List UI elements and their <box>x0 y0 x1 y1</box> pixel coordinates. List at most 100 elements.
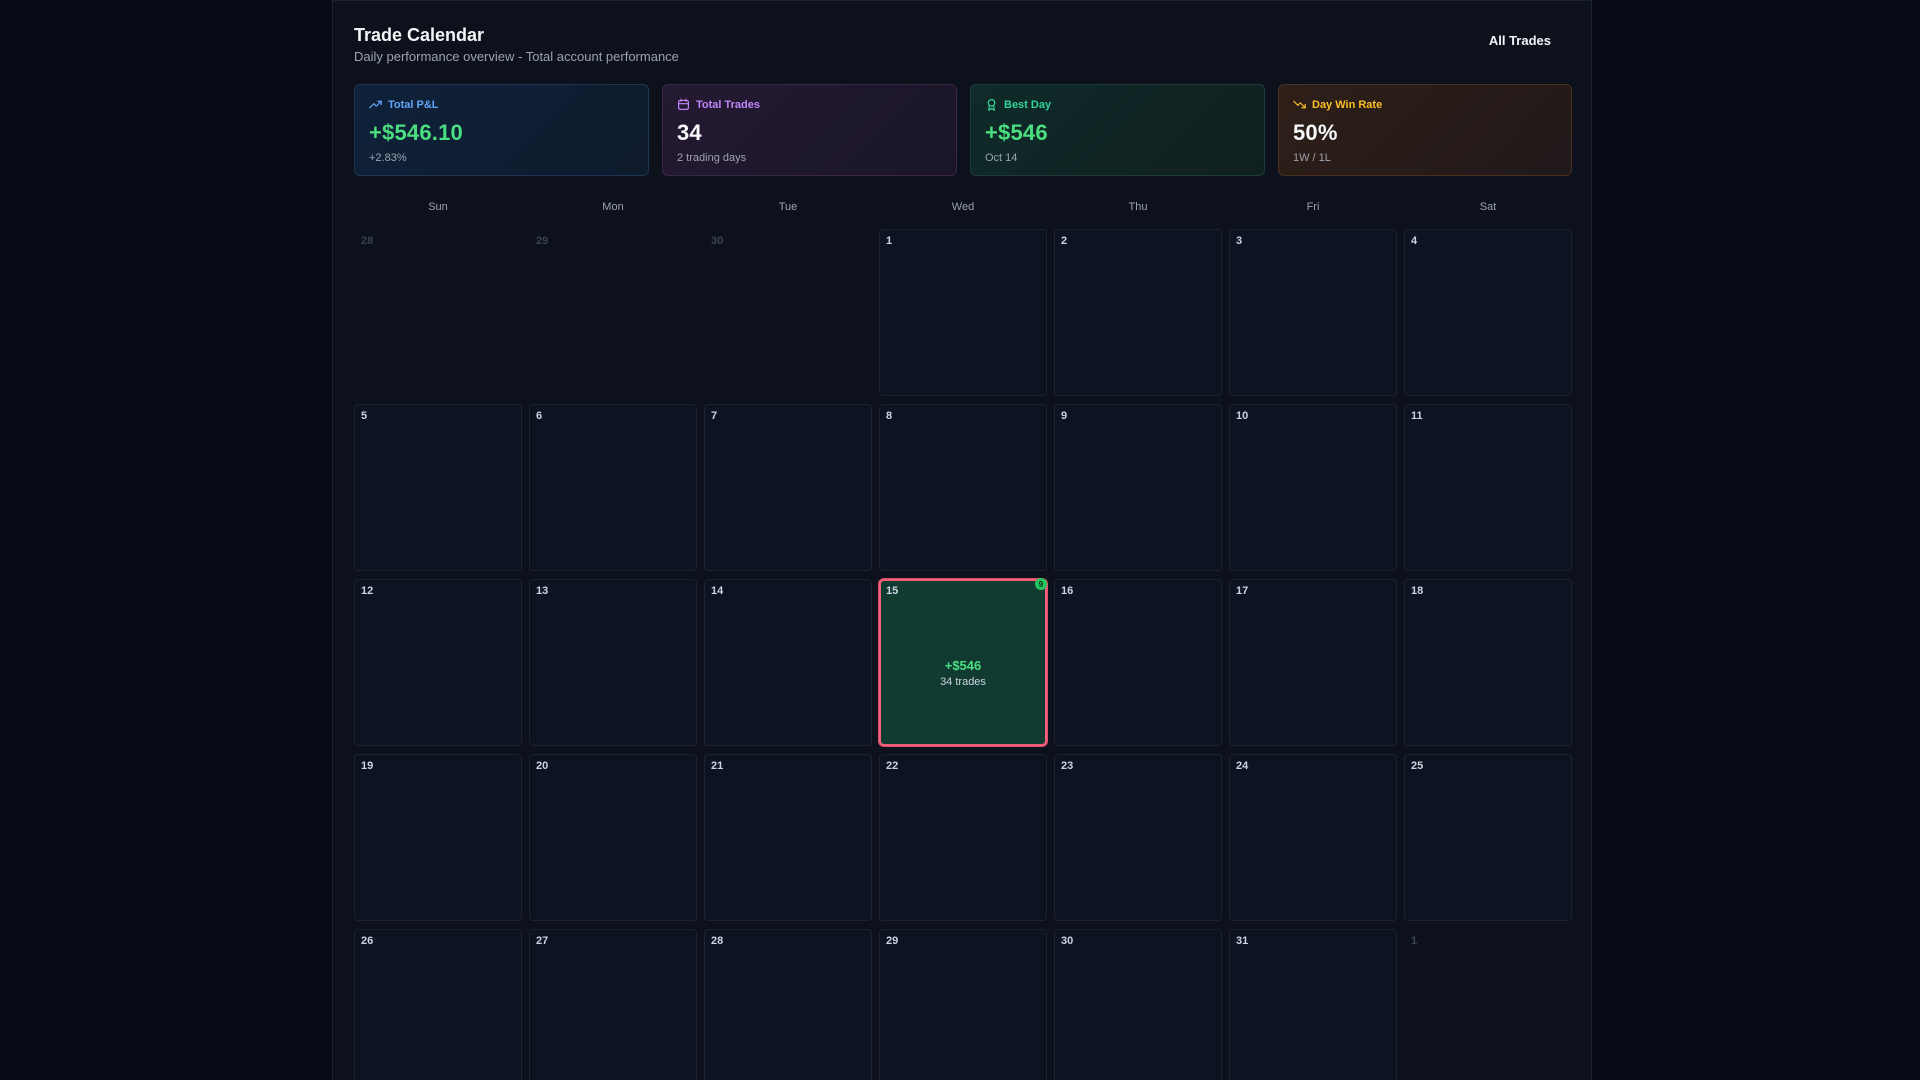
calendar-day-cell[interactable]: 1 <box>879 229 1047 396</box>
total-pnl-card: Total P&L +$546.10 +2.83% <box>354 84 649 176</box>
calendar-day-cell[interactable]: 20 <box>529 754 697 921</box>
calendar-day-cell[interactable]: 7 <box>704 404 872 571</box>
day-number: 7 <box>711 410 718 422</box>
day-number: 24 <box>1236 760 1249 772</box>
stat-value: 50% <box>1293 120 1338 145</box>
day-number: 27 <box>536 935 549 947</box>
calendar-day-cell[interactable]: 25 <box>1404 754 1572 921</box>
calendar-day-cell[interactable]: 4 <box>1404 229 1572 396</box>
day-number: 23 <box>1061 760 1074 772</box>
day-number: 1 <box>1411 935 1418 947</box>
calendar-icon <box>678 98 689 110</box>
calendar-day-cell[interactable]: 31 <box>1229 929 1397 1080</box>
calendar-day-cell[interactable]: 2 <box>1054 229 1222 396</box>
day-number: 29 <box>536 235 549 247</box>
trade-count-badge: 9 <box>1035 578 1047 590</box>
weekday-label: Mon <box>602 201 624 213</box>
weekday-label: Tue <box>778 201 798 213</box>
calendar-day-cell[interactable]: 19 <box>354 754 522 921</box>
stats-row: Total P&L +$546.10 +2.83% Total Trades 3… <box>354 84 1572 176</box>
trending-up-icon <box>369 100 382 109</box>
calendar-day-cell[interactable]: 18 <box>1404 579 1572 746</box>
day-number: 10 <box>1236 410 1249 422</box>
calendar-day-cell[interactable]: 9 <box>1054 404 1222 571</box>
calendar-day-cell[interactable]: 29 <box>879 929 1047 1080</box>
stat-sub: 1W / 1L <box>1293 152 1331 164</box>
calendar-day-cell[interactable]: 22 <box>879 754 1047 921</box>
calendar-day-cell[interactable]: 13 <box>529 579 697 746</box>
day-number: 13 <box>536 585 549 597</box>
day-number: 30 <box>711 235 724 247</box>
calendar-day-cell[interactable]: 23 <box>1054 754 1222 921</box>
all-trades-button[interactable]: All Trades <box>1489 33 1551 48</box>
weekday-label: Fri <box>1306 201 1320 213</box>
day-number: 29 <box>886 935 899 947</box>
weekday-label: Thu <box>1128 201 1148 213</box>
day-number: 9 <box>1061 410 1068 422</box>
day-number: 28 <box>361 235 374 247</box>
day-number: 14 <box>711 585 724 597</box>
calendar-day-cell[interactable]: 8 <box>879 404 1047 571</box>
calendar-day-cell[interactable]: 3 <box>1229 229 1397 396</box>
day-number: 30 <box>1061 935 1074 947</box>
calendar-day-cell[interactable]: 16 <box>1054 579 1222 746</box>
day-number: 17 <box>1236 585 1249 597</box>
day-trade-count: 34 trades <box>940 676 986 688</box>
calendar-day-cell[interactable]: 28 <box>704 929 872 1080</box>
calendar-day-cell[interactable]: 30 <box>1054 929 1222 1080</box>
day-number: 4 <box>1411 235 1418 247</box>
stat-label: Total P&L <box>388 98 439 111</box>
day-number: 16 <box>1061 585 1074 597</box>
day-number: 25 <box>1411 760 1424 772</box>
day-number: 3 <box>1236 235 1243 247</box>
calendar-day-cell[interactable]: 12 <box>354 579 522 746</box>
stat-sub: Oct 14 <box>985 152 1018 164</box>
calendar-day-cell: 1 <box>1404 929 1572 1080</box>
day-number: 31 <box>1236 935 1249 947</box>
calendar-day-cell[interactable]: 6 <box>529 404 697 571</box>
calendar-panel: Trade Calendar Daily performance overvie… <box>332 0 1592 1080</box>
calendar-day-cell-selected[interactable]: 15 9 +$546 34 trades <box>879 578 1047 746</box>
stat-label: Total Trades <box>696 98 760 111</box>
stat-value: 34 <box>677 120 702 145</box>
day-number: 8 <box>886 410 893 422</box>
stat-value: +$546 <box>985 120 1048 145</box>
page-subtitle: Daily performance overview - Total accou… <box>354 49 679 64</box>
stat-label: Best Day <box>1004 98 1052 111</box>
day-number: 19 <box>361 760 374 772</box>
day-number: 5 <box>361 410 368 422</box>
calendar-day-cell[interactable]: 10 <box>1229 404 1397 571</box>
day-number: 6 <box>536 410 543 422</box>
calendar-day-cell: 30 <box>704 229 872 396</box>
stat-value: +$546.10 <box>369 120 463 145</box>
weekday-label: Sun <box>428 201 448 213</box>
calendar-day-cell[interactable]: 14 <box>704 579 872 746</box>
page-title: Trade Calendar <box>354 25 485 45</box>
day-number: 15 <box>886 585 899 597</box>
calendar-day-cell[interactable]: 5 <box>354 404 522 571</box>
day-number: 18 <box>1411 585 1424 597</box>
trending-down-icon <box>1293 100 1306 109</box>
day-number: 20 <box>536 760 549 772</box>
award-icon <box>987 99 996 111</box>
calendar-day-cell[interactable]: 24 <box>1229 754 1397 921</box>
day-win-rate-card: Day Win Rate 50% 1W / 1L <box>1278 84 1572 176</box>
calendar-day-cell[interactable]: 11 <box>1404 404 1572 571</box>
weekday-label: Sat <box>1479 201 1497 213</box>
day-number: 28 <box>711 935 724 947</box>
calendar-day-cell: 28 <box>354 229 522 396</box>
stat-sub: +2.83% <box>369 152 407 164</box>
day-pnl: +$546 <box>944 658 982 673</box>
calendar-day-cell[interactable]: 17 <box>1229 579 1397 746</box>
calendar-day-cell[interactable]: 27 <box>529 929 697 1080</box>
calendar-day-cell[interactable]: 26 <box>354 929 522 1080</box>
best-day-card: Best Day +$546 Oct 14 <box>970 84 1265 176</box>
day-number: 21 <box>711 760 724 772</box>
day-number: 26 <box>361 935 374 947</box>
weekday-label: Wed <box>951 201 975 213</box>
day-number: 11 <box>1411 410 1423 422</box>
day-number: 22 <box>886 760 899 772</box>
calendar-day-cell[interactable]: 21 <box>704 754 872 921</box>
calendar-day-cell: 29 <box>529 229 697 396</box>
weekday-header: Sun Mon Tue Wed Thu Fri Sat <box>354 201 1572 217</box>
